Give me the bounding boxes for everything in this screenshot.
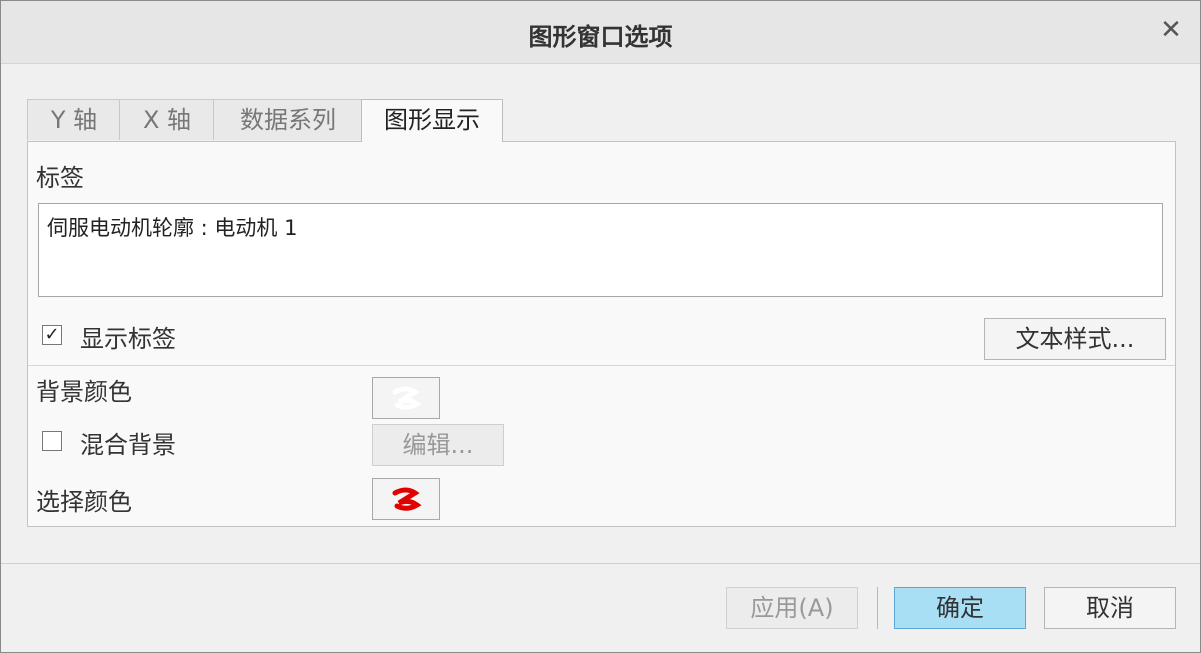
select-color-swatch[interactable] (372, 478, 440, 520)
tab-y-axis[interactable]: Y 轴 (27, 99, 121, 140)
tab-x-axis[interactable]: X 轴 (119, 99, 215, 140)
ok-button[interactable]: 确定 (894, 587, 1026, 629)
text-style-button[interactable]: 文本样式... (984, 318, 1166, 360)
select-color-icon (392, 487, 422, 511)
cancel-button[interactable]: 取消 (1044, 587, 1176, 629)
apply-button[interactable]: 应用(A) (726, 587, 858, 629)
label-textarea[interactable]: 伺服电动机轮廓 : 电动机 1 (38, 203, 1163, 297)
edit-button[interactable]: 编辑... (372, 424, 504, 466)
section-divider (28, 365, 1175, 366)
show-label-text: 显示标签 (80, 325, 176, 353)
title-bar: 图形窗口选项 ✕ (1, 1, 1200, 64)
close-icon[interactable]: ✕ (1156, 15, 1186, 45)
dialog-title: 图形窗口选项 (528, 23, 673, 51)
graph-display-panel: 标签 伺服电动机轮廓 : 电动机 1 ✓ 显示标签 文本样式... 背景颜色 混… (27, 141, 1176, 527)
tab-data-series[interactable]: 数据系列 (213, 99, 363, 140)
button-separator (877, 587, 878, 629)
background-color-icon (392, 386, 422, 410)
select-color-label: 选择颜色 (36, 488, 132, 516)
tab-graph-display[interactable]: 图形显示 (361, 99, 503, 142)
blend-background-text: 混合背景 (80, 431, 176, 459)
background-color-label: 背景颜色 (36, 378, 132, 406)
footer-divider (1, 563, 1200, 564)
show-label-checkbox[interactable]: ✓ (42, 325, 62, 345)
blend-background-checkbox[interactable] (42, 431, 62, 451)
background-color-swatch[interactable] (372, 377, 440, 419)
label-heading: 标签 (36, 164, 84, 192)
graph-window-options-dialog: 图形窗口选项 ✕ Y 轴 X 轴 数据系列 图形显示 标签 伺服电动机轮廓 : … (0, 0, 1201, 653)
